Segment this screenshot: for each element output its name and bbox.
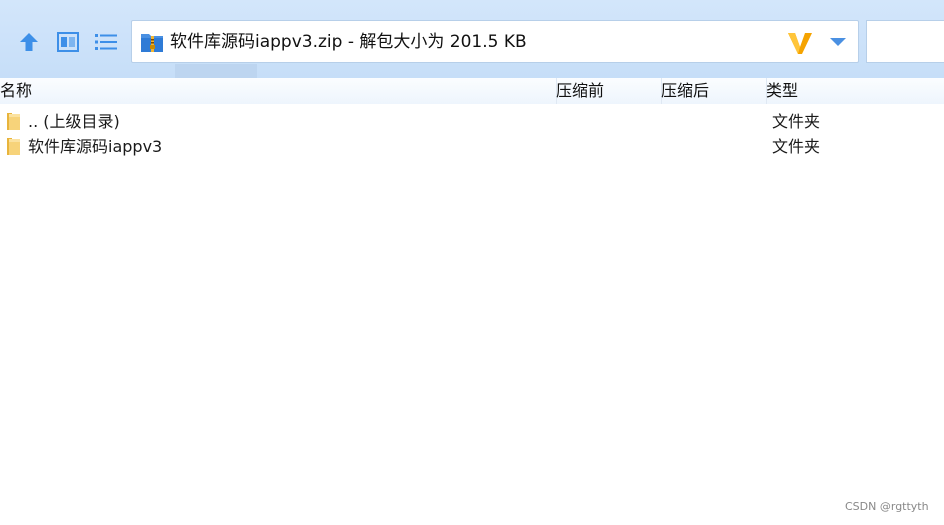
list-item-type: 文件夹 — [772, 137, 821, 156]
list-item-name: 软件库源码iappv3 — [28, 137, 163, 156]
address-bar[interactable]: 软件库源码iappv3.zip - 解包大小为 201.5 KB — [131, 20, 859, 63]
chevron-down-icon[interactable] — [827, 33, 849, 51]
column-header-name[interactable]: 名称 — [0, 78, 32, 104]
search-input[interactable] — [866, 20, 944, 63]
up-button[interactable] — [15, 28, 43, 56]
brand-v-icon — [788, 33, 812, 54]
column-header-uncompressed[interactable]: 压缩后 — [661, 78, 709, 104]
tab-indicator — [175, 64, 257, 78]
folder-icon — [7, 138, 20, 155]
list-item-parent-folder[interactable]: .. (上级目录) 文件夹 — [0, 109, 944, 134]
toolbar: 软件库源码iappv3.zip - 解包大小为 201.5 KB — [0, 0, 944, 78]
watermark: CSDN @rgttyth — [845, 500, 929, 513]
thumbnail-view-icon — [57, 32, 79, 52]
list-view-button[interactable] — [92, 28, 120, 56]
thumbnail-view-button[interactable] — [54, 28, 82, 56]
folder-icon — [7, 113, 20, 130]
list-view-icon — [95, 34, 117, 50]
column-header-compressed[interactable]: 压缩前 — [556, 78, 604, 104]
address-path-text: 软件库源码iappv3.zip - 解包大小为 201.5 KB — [170, 32, 527, 52]
list-item-name: .. (上级目录) — [28, 112, 120, 131]
arrow-up-icon — [20, 33, 38, 51]
column-header-type[interactable]: 类型 — [766, 78, 798, 104]
column-header: 名称 压缩前 压缩后 类型 — [0, 78, 944, 104]
list-item-type: 文件夹 — [772, 112, 821, 131]
zip-archive-icon — [141, 34, 163, 52]
list-item-folder[interactable]: 软件库源码iappv3 文件夹 — [0, 134, 944, 159]
